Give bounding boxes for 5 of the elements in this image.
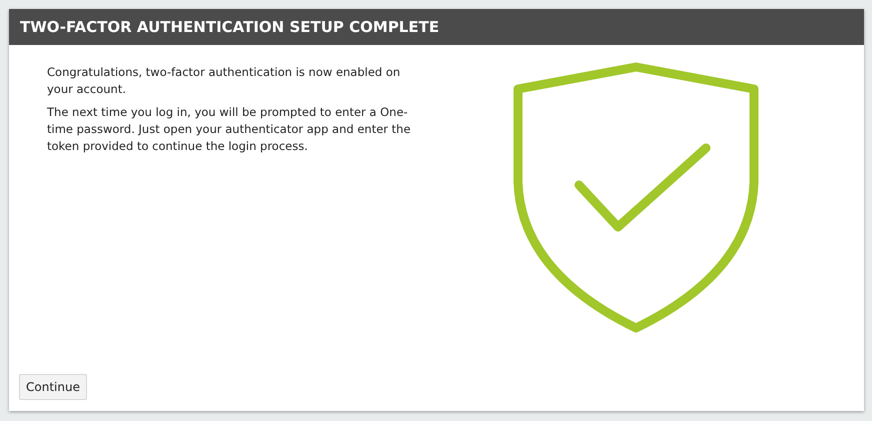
message-text: The next time you log in, you will be prompted to enter a One-time password. Just open your authenticator app and enter the token provided to continue the login process. xyxy=(47,104,412,155)
continue-button[interactable]: Continue xyxy=(19,374,87,400)
shield-check-icon xyxy=(512,62,758,334)
dialog-title: TWO-FACTOR AUTHENTICATION SETUP COMPLETE xyxy=(20,18,440,36)
message-text: Congratulations, two-factor authentication is now enabled on your account. xyxy=(47,64,402,98)
